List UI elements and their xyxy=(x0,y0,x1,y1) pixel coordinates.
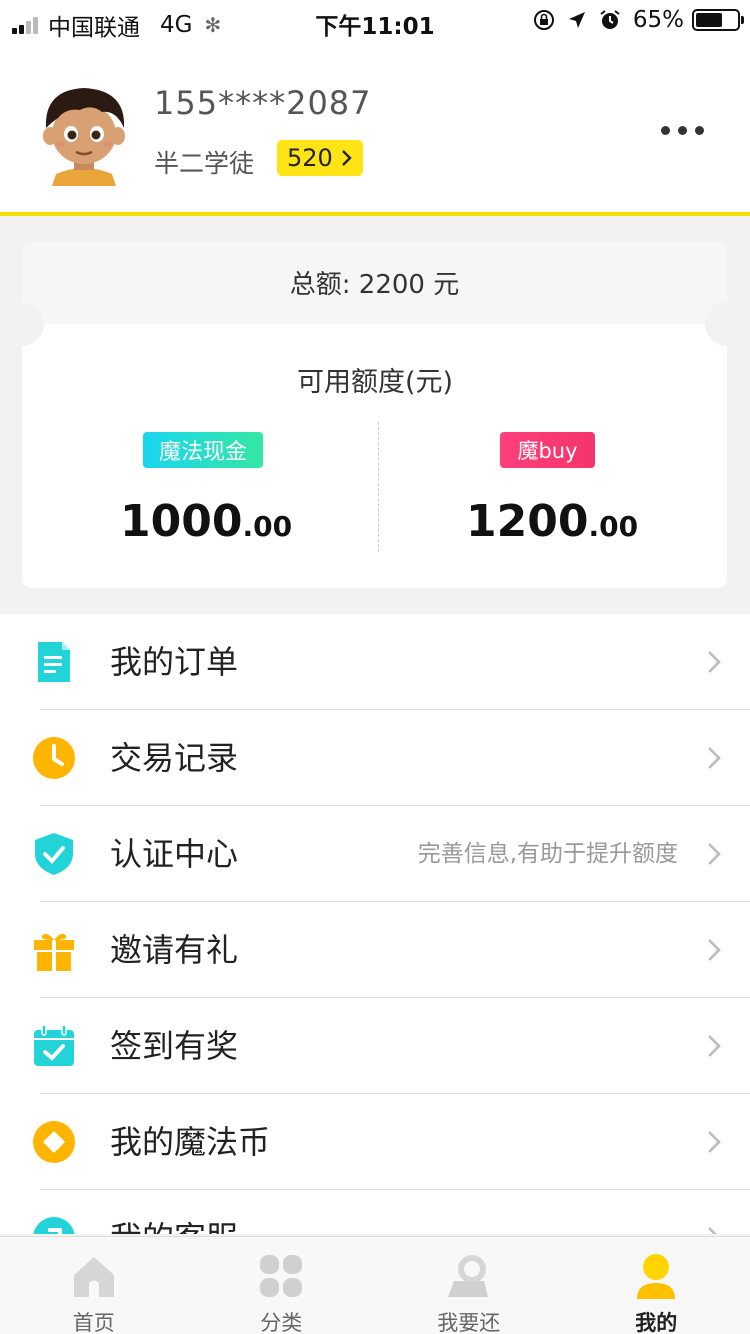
menu-item-label: 签到有奖 xyxy=(110,1027,239,1065)
menu-item-label: 我的订单 xyxy=(110,643,239,681)
home-icon xyxy=(73,1257,114,1297)
chevron-right-icon xyxy=(708,651,721,673)
shield-check-icon xyxy=(35,833,73,875)
menu-item-coins[interactable]: 我的魔法币 xyxy=(0,1094,750,1190)
menu-item-label: 我的客服 xyxy=(110,1216,238,1234)
gift-icon xyxy=(34,933,74,971)
order-doc-icon xyxy=(38,642,70,682)
profile-icon xyxy=(637,1254,676,1299)
menu-item-transactions[interactable]: 交易记录 xyxy=(0,710,750,806)
tab-bar: 首页 分类 我要还 我的 xyxy=(0,1236,750,1334)
menu-list: 我的订单 交易记录 认证中心 完善信息,有助于提升额度 邀请有礼 签到有奖 我的… xyxy=(0,614,750,1234)
cash-amount-dec: .00 xyxy=(242,510,293,543)
total-credit: 总额: 2200 元 xyxy=(22,242,727,324)
tab-label: 我要还 xyxy=(437,1311,501,1334)
menu-item-label: 邀请有礼 xyxy=(110,931,239,969)
points-value: 520 xyxy=(287,144,333,172)
chevron-right-icon xyxy=(341,150,352,166)
chevron-right-icon xyxy=(708,1227,717,1234)
available-credit-label: 可用额度(元) xyxy=(296,367,454,398)
card-divider xyxy=(378,422,379,552)
menu-item-label: 我的魔法币 xyxy=(110,1123,271,1161)
category-icon xyxy=(260,1255,303,1297)
profile-header: 155****2087 半二学徒 520 xyxy=(0,42,750,216)
menu-item-verification[interactable]: 认证中心 完善信息,有助于提升额度 xyxy=(0,806,750,902)
chevron-right-icon xyxy=(708,939,721,961)
buy-amount-int: 1200 xyxy=(466,496,589,547)
user-level: 半二学徒 xyxy=(154,149,255,178)
menu-item-orders[interactable]: 我的订单 xyxy=(0,614,750,710)
status-right: 65% xyxy=(533,7,744,33)
coin-icon xyxy=(33,1121,75,1163)
tab-mine[interactable]: 我的 xyxy=(563,1237,750,1334)
menu-item-label: 认证中心 xyxy=(110,835,239,873)
tab-category[interactable]: 分类 xyxy=(188,1237,376,1334)
tab-label: 我的 xyxy=(635,1311,678,1334)
menu-item-customer-service[interactable]: 我的客服 xyxy=(0,1190,750,1234)
cash-amount[interactable]: 1000.00 xyxy=(120,496,292,547)
menu-item-checkin[interactable]: 签到有奖 xyxy=(0,998,750,1094)
chevron-right-icon xyxy=(708,1131,721,1153)
menu-item-invite[interactable]: 邀请有礼 xyxy=(0,902,750,998)
tab-home[interactable]: 首页 xyxy=(0,1237,188,1334)
battery-icon xyxy=(692,9,744,31)
location-arrow-icon xyxy=(568,12,585,28)
alarm-icon xyxy=(600,10,620,29)
tab-repay[interactable]: 我要还 xyxy=(375,1237,563,1334)
user-phone: 155****2087 xyxy=(154,84,372,122)
tab-label: 分类 xyxy=(260,1311,303,1334)
clock-icon xyxy=(33,737,75,779)
rotation-lock-icon xyxy=(533,10,554,30)
buy-amount-dec: .00 xyxy=(588,510,639,543)
avatar[interactable] xyxy=(36,82,132,186)
chevron-right-icon xyxy=(708,1035,721,1057)
battery-percent: 65% xyxy=(632,7,684,33)
card-notch-left xyxy=(0,302,44,346)
menu-item-label: 交易记录 xyxy=(110,739,239,777)
status-bar: 中国联通 4G ✻ 下午11:01 65% xyxy=(0,0,750,42)
card-notch-right xyxy=(705,302,749,346)
points-badge[interactable]: 520 xyxy=(277,140,363,176)
buy-amount[interactable]: 1200.00 xyxy=(466,496,638,547)
chevron-right-icon xyxy=(708,747,721,769)
magic-cash-tag: 魔法现金 xyxy=(143,432,263,468)
calendar-check-icon xyxy=(34,1024,74,1066)
more-options-icon[interactable] xyxy=(653,126,704,135)
cash-amount-int: 1000 xyxy=(120,496,243,547)
magic-buy-tag: 魔buy xyxy=(500,432,595,468)
customer-service-icon xyxy=(33,1217,75,1234)
tab-label: 首页 xyxy=(72,1311,115,1334)
repay-icon xyxy=(447,1255,488,1297)
chevron-right-icon xyxy=(708,843,721,865)
verification-hint: 完善信息,有助于提升额度 xyxy=(417,841,678,867)
